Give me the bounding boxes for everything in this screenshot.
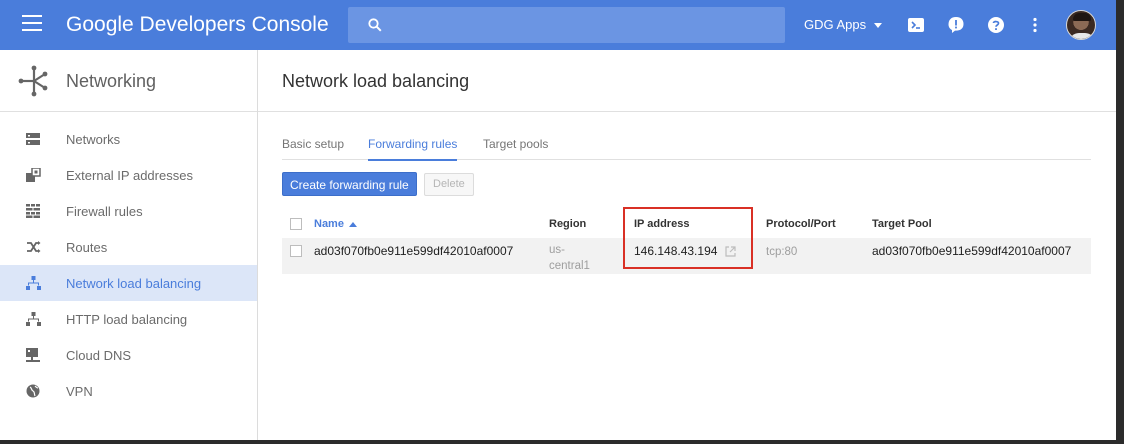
networking-icon: [18, 65, 48, 97]
tab-basic-setup[interactable]: Basic setup: [282, 137, 344, 159]
tab-bar: Basic setup Forwarding rules Target pool…: [282, 128, 1091, 161]
dns-icon: [26, 348, 40, 362]
sidebar-item-routes[interactable]: Routes: [0, 229, 257, 265]
main-content: Network load balancing Basic setup Forwa…: [258, 50, 1116, 440]
firewall-icon: [26, 204, 40, 218]
search-icon: [368, 18, 382, 32]
column-header-target-pool: Target Pool: [872, 218, 932, 230]
column-header-name[interactable]: Name: [314, 218, 357, 230]
sidebar-item-label: Network load balancing: [66, 276, 202, 291]
app-title: Google Developers Console: [66, 13, 329, 36]
page-title: Network load balancing: [282, 71, 470, 91]
column-header-protocol-port: Protocol/Port: [766, 218, 836, 230]
sidebar-item-cloud-dns[interactable]: Cloud DNS: [0, 337, 257, 373]
globe-icon: [26, 384, 40, 398]
column-header-label: Name: [314, 218, 344, 230]
ip-address-icon: [26, 168, 41, 182]
sidebar: Networking Networks External IP addresse…: [0, 50, 258, 440]
table-row[interactable]: ad03f070fb0e911e599df42010af0007 us-cent…: [282, 238, 1091, 274]
sidebar-item-label: Networks: [66, 132, 121, 147]
column-header-ip-address: IP address: [634, 218, 690, 230]
external-link-icon[interactable]: [725, 246, 737, 257]
sidebar-item-label: Firewall rules: [66, 204, 143, 219]
rule-region: us-central1: [549, 244, 590, 272]
sidebar-item-firewall-rules[interactable]: Firewall rules: [0, 193, 257, 229]
load-balancer-icon: [26, 312, 41, 326]
sidebar-item-label: HTTP load balancing: [66, 312, 188, 327]
sidebar-item-networks[interactable]: Networks: [0, 121, 257, 157]
more-vertical-icon[interactable]: [1026, 16, 1044, 34]
page-header: Network load balancing: [258, 50, 1116, 112]
routes-icon: [27, 241, 41, 253]
sidebar-item-label: Cloud DNS: [66, 348, 132, 363]
delete-button: Delete: [424, 173, 474, 196]
project-name: GDG Apps: [804, 17, 867, 32]
help-icon[interactable]: [987, 16, 1005, 34]
console-window: Google Developers Console GDG Apps Netwo…: [0, 0, 1116, 440]
rule-target-pool[interactable]: ad03f070fb0e911e599df42010af0007: [872, 244, 1071, 258]
load-balancer-icon: [26, 276, 41, 290]
user-avatar[interactable]: [1066, 10, 1096, 40]
ip-address-cell: 146.148.43.194: [634, 244, 737, 258]
notifications-icon[interactable]: [947, 16, 965, 34]
row-checkbox[interactable]: [290, 245, 302, 257]
search-input[interactable]: [348, 7, 785, 43]
tab-target-pools[interactable]: Target pools: [483, 137, 548, 159]
network-icon: [26, 133, 40, 145]
hamburger-menu-icon[interactable]: [22, 15, 44, 35]
rule-name[interactable]: ad03f070fb0e911e599df42010af0007: [314, 244, 513, 258]
create-forwarding-rule-button[interactable]: Create forwarding rule: [282, 172, 417, 196]
caret-down-icon: [874, 23, 883, 29]
sidebar-item-http-load-balancing[interactable]: HTTP load balancing: [0, 301, 257, 337]
sidebar-item-external-ip[interactable]: External IP addresses: [0, 157, 257, 193]
select-all-checkbox[interactable]: [290, 218, 302, 230]
rule-ip-address: 146.148.43.194: [634, 244, 718, 258]
sidebar-item-label: External IP addresses: [66, 168, 193, 183]
sidebar-item-label: Routes: [66, 240, 108, 255]
rule-protocol-port: tcp:80: [766, 246, 798, 258]
forwarding-rules-table: Name Region IP address Protocol/Port Tar…: [282, 210, 1091, 274]
tab-forwarding-rules[interactable]: Forwarding rules: [368, 137, 458, 161]
sidebar-title: Networking: [66, 71, 157, 91]
top-app-bar: Google Developers Console GDG Apps: [0, 0, 1116, 50]
cloud-shell-icon[interactable]: [907, 16, 925, 34]
column-header-region: Region: [549, 218, 587, 230]
table-header: Name Region IP address Protocol/Port Tar…: [282, 210, 1091, 238]
sidebar-item-vpn[interactable]: VPN: [0, 373, 257, 409]
project-selector[interactable]: GDG Apps: [804, 17, 883, 32]
sidebar-item-network-load-balancing[interactable]: Network load balancing: [0, 265, 257, 301]
sidebar-header: Networking: [0, 50, 257, 112]
sidebar-item-label: VPN: [66, 384, 93, 399]
sort-ascending-icon: [348, 221, 357, 227]
